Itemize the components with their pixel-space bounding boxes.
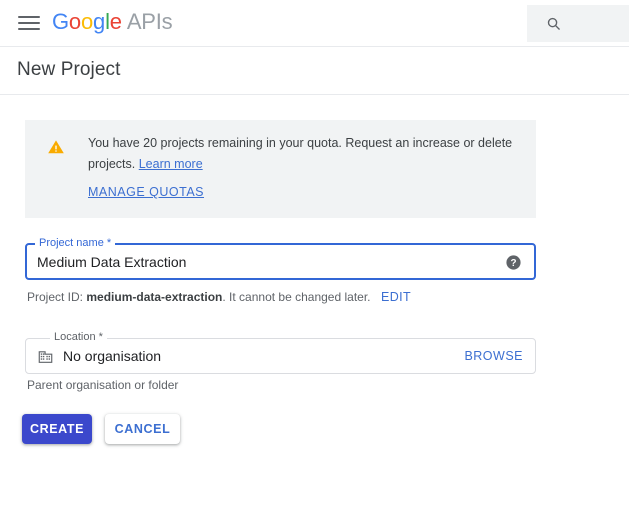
project-name-label: Project name * bbox=[35, 237, 115, 249]
hamburger-line bbox=[18, 22, 40, 24]
project-name-value: Medium Data Extraction bbox=[37, 254, 186, 270]
browse-location-button[interactable]: BROWSE bbox=[464, 349, 523, 363]
quota-warning-message: You have 20 projects remaining in your q… bbox=[88, 133, 518, 175]
page-title-bar: New Project bbox=[0, 47, 629, 95]
app-bar: GoogleAPIs bbox=[0, 0, 629, 47]
hamburger-menu-icon[interactable] bbox=[18, 14, 40, 32]
edit-project-id-button[interactable]: EDIT bbox=[381, 290, 411, 304]
logo-letter: g bbox=[93, 9, 105, 34]
logo-letter: o bbox=[81, 9, 93, 34]
google-apis-logo[interactable]: GoogleAPIs bbox=[52, 9, 172, 35]
search-icon bbox=[546, 16, 561, 31]
svg-text:?: ? bbox=[510, 258, 516, 269]
page-title: New Project bbox=[17, 59, 121, 81]
location-field[interactable]: Location * No organisation BROWSE bbox=[25, 338, 536, 374]
warning-triangle-icon bbox=[47, 138, 65, 156]
hamburger-line bbox=[18, 16, 40, 18]
organization-building-icon bbox=[37, 348, 54, 365]
project-name-field[interactable]: Project name * Medium Data Extraction ? bbox=[25, 243, 536, 280]
logo-letter: G bbox=[52, 9, 69, 34]
create-button[interactable]: CREATE bbox=[22, 414, 92, 444]
help-circle-icon[interactable]: ? bbox=[505, 254, 522, 271]
project-id-helper: Project ID: medium-data-extraction. It c… bbox=[27, 290, 371, 304]
location-helper-text: Parent organisation or folder bbox=[27, 378, 178, 392]
hamburger-line bbox=[18, 28, 40, 30]
logo-letter: e bbox=[110, 9, 122, 34]
project-id-suffix: . It cannot be changed later. bbox=[222, 290, 370, 304]
location-label: Location * bbox=[50, 331, 107, 343]
quota-warning-banner: You have 20 projects remaining in your q… bbox=[25, 120, 536, 218]
logo-letter: o bbox=[69, 9, 81, 34]
location-value: No organisation bbox=[63, 348, 161, 364]
logo-suffix-apis: APIs bbox=[127, 9, 173, 34]
project-id-value: medium-data-extraction bbox=[86, 290, 222, 304]
manage-quotas-button[interactable]: MANAGE QUOTAS bbox=[88, 185, 204, 199]
project-id-prefix: Project ID: bbox=[27, 290, 86, 304]
cancel-button[interactable]: CANCEL bbox=[105, 414, 180, 444]
search-input[interactable] bbox=[527, 5, 629, 42]
learn-more-link[interactable]: Learn more bbox=[139, 157, 203, 171]
